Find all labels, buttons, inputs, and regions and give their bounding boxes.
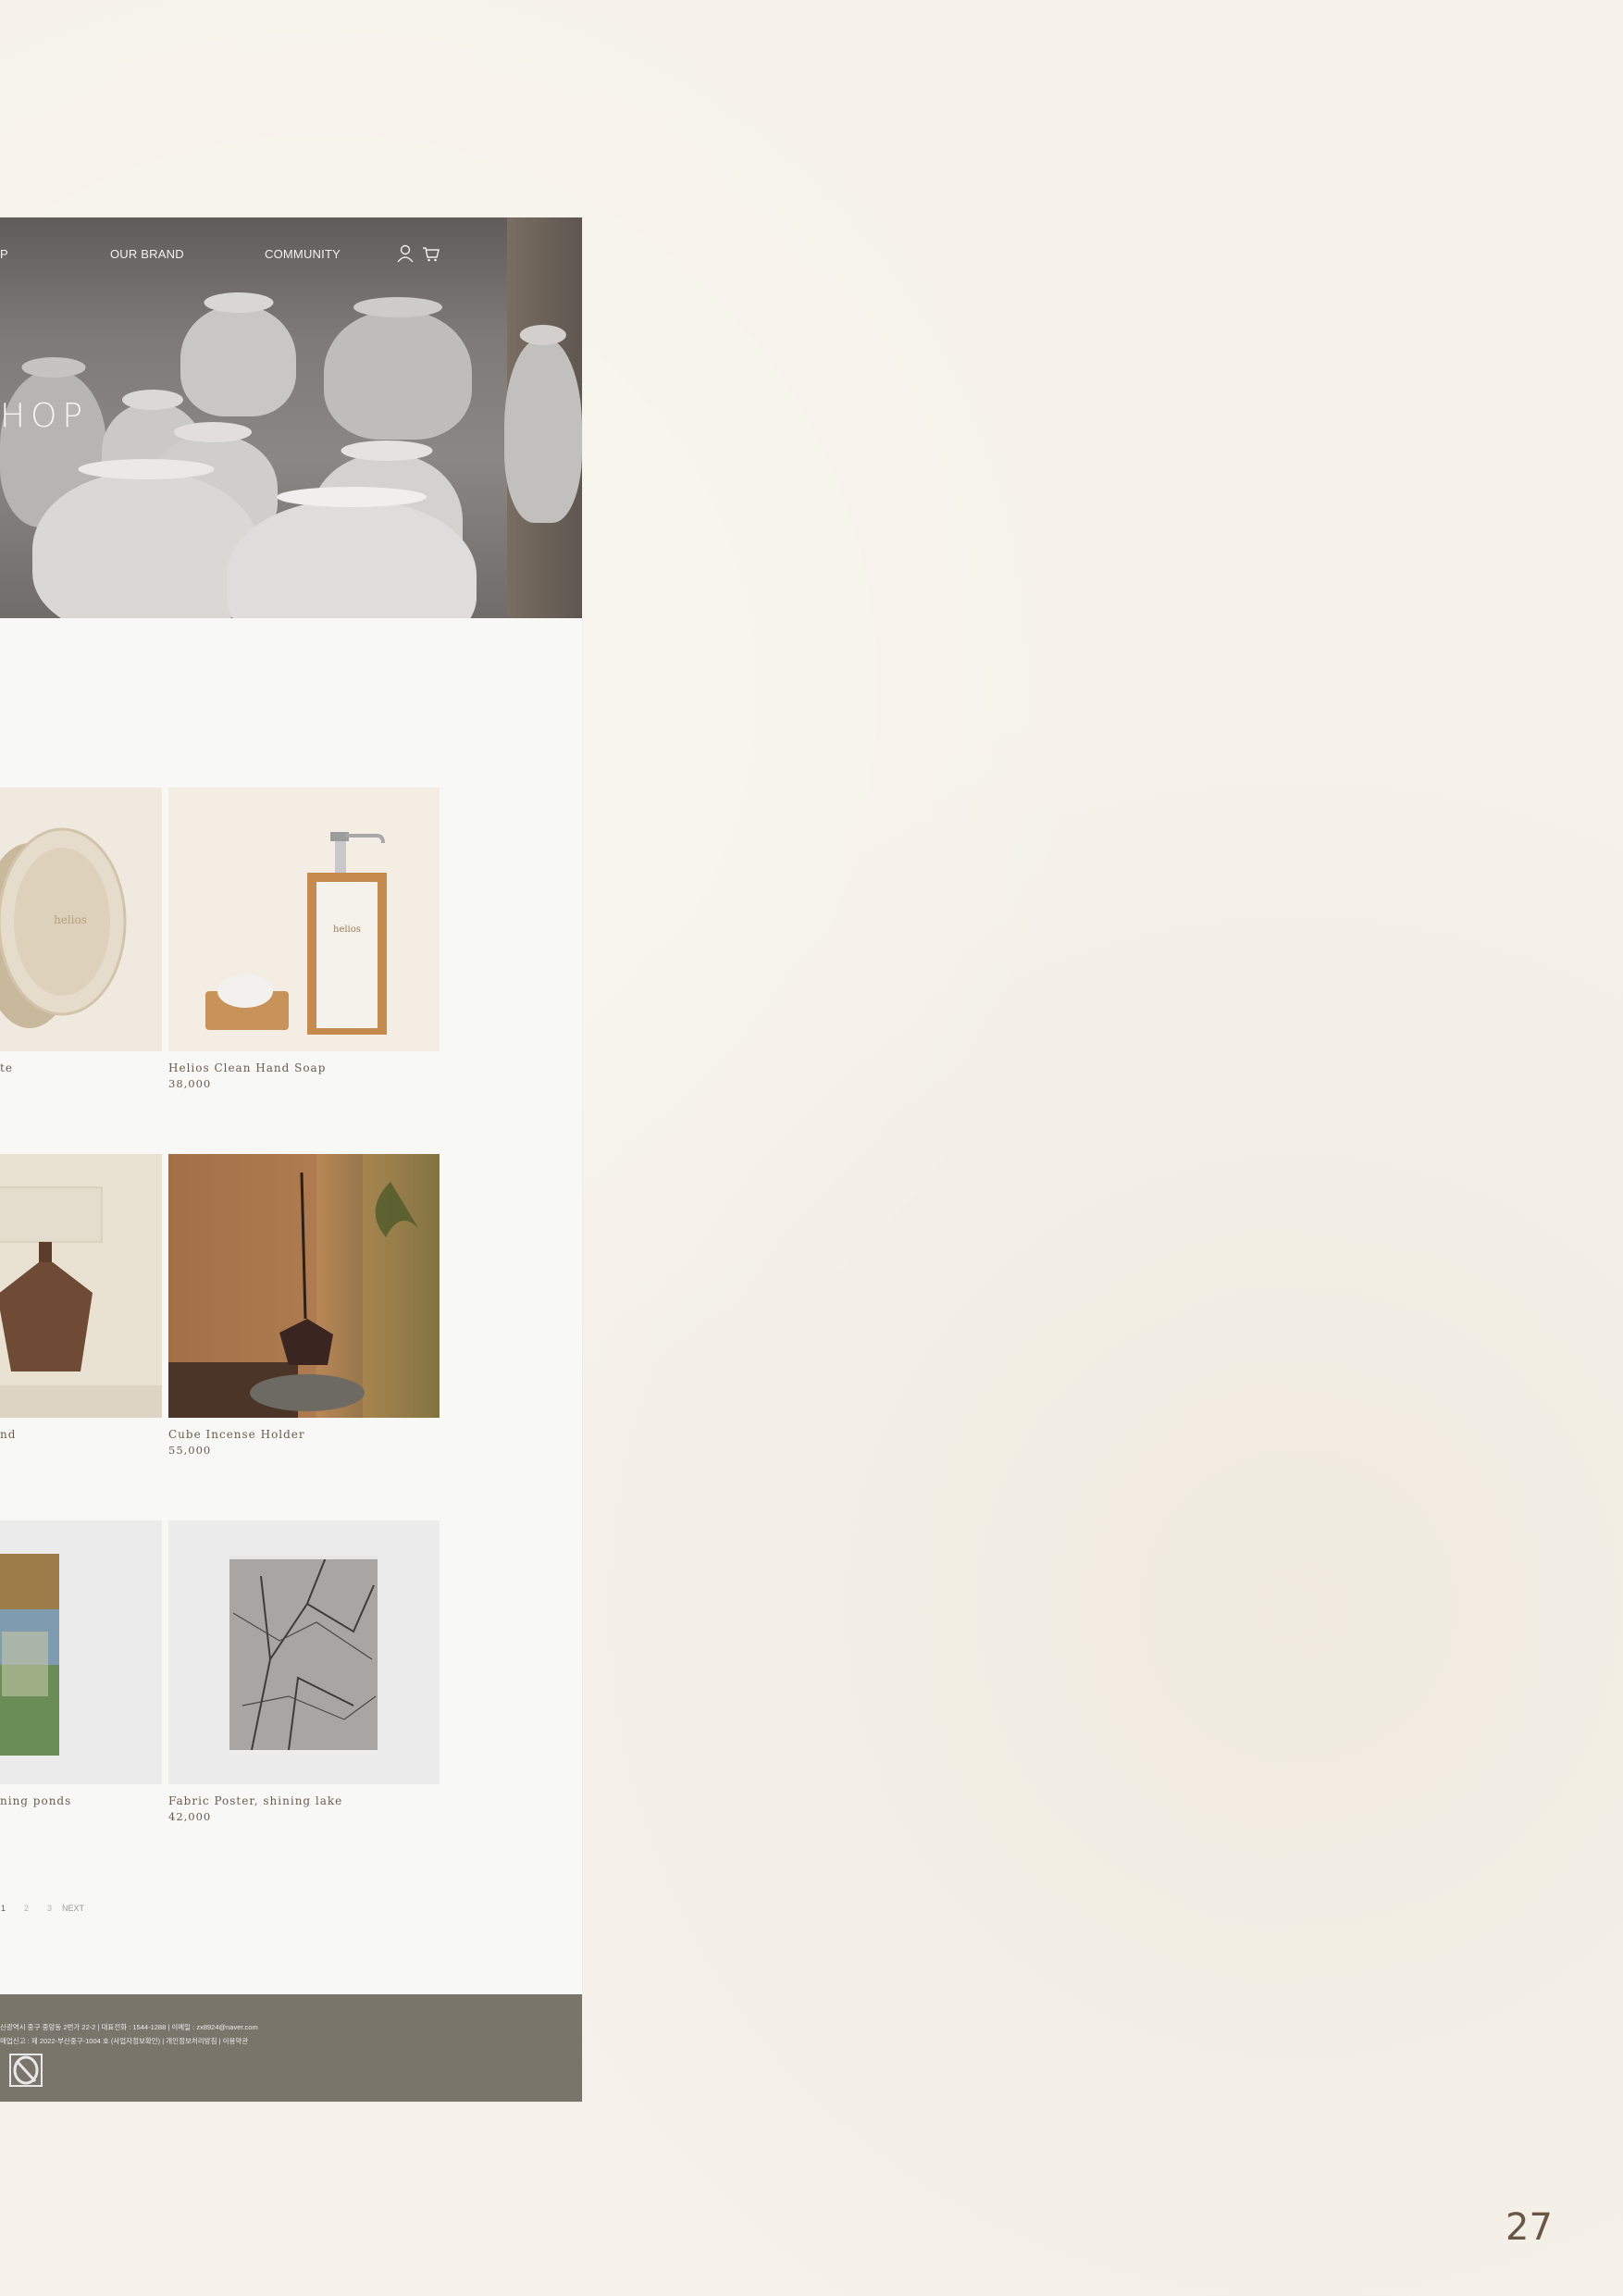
product-image[interactable]: helios xyxy=(168,788,440,1051)
product-name[interactable]: te xyxy=(0,1061,13,1074)
footer-address: 산광역시 중구 중앙동 2번가 22-2 | 대표전화 : 1544-1288 … xyxy=(0,2023,258,2031)
product-image[interactable] xyxy=(0,1520,162,1784)
product-name[interactable]: Helios Clean Hand Soap xyxy=(168,1061,326,1074)
page-link-2[interactable]: 2 xyxy=(24,1904,29,1913)
hero-banner: P OUR BRAND COMMUNITY HOP xyxy=(0,217,582,618)
product-name[interactable]: Cube Incense Holder xyxy=(168,1428,305,1441)
plate-label: helios xyxy=(54,913,87,926)
page-number: 27 xyxy=(1505,2206,1553,2249)
page-link-1[interactable]: 1 xyxy=(1,1904,6,1913)
site-footer: 산광역시 중구 중앙동 2번가 22-2 | 대표전화 : 1544-1288 … xyxy=(0,1994,582,2102)
product-image[interactable] xyxy=(168,1520,440,1784)
page-title: HOP xyxy=(0,397,89,435)
brand-logo-icon[interactable] xyxy=(9,2054,43,2087)
product-price: 42,000 xyxy=(168,1810,212,1823)
product-name[interactable]: ning ponds xyxy=(0,1794,71,1807)
website-mockup: P OUR BRAND COMMUNITY HOP helios te heli… xyxy=(0,217,582,2102)
product-name[interactable]: nd xyxy=(0,1428,16,1441)
product-image[interactable] xyxy=(168,1154,440,1418)
cart-icon[interactable] xyxy=(422,243,440,264)
soap-label: helios xyxy=(333,925,361,935)
user-icon[interactable] xyxy=(396,243,415,264)
shelf-background xyxy=(0,217,582,329)
product-price: 38,000 xyxy=(168,1077,212,1090)
nav-item-our-brand[interactable]: OUR BRAND xyxy=(110,247,184,261)
next-page-link[interactable]: NEXT xyxy=(62,1904,84,1913)
nav-item-shop[interactable]: P xyxy=(0,247,8,261)
product-image[interactable] xyxy=(0,1154,162,1418)
nav-item-community[interactable]: COMMUNITY xyxy=(265,247,341,261)
product-image[interactable]: helios xyxy=(0,788,162,1051)
product-name[interactable]: Fabric Poster, shining lake xyxy=(168,1794,342,1807)
product-price: 55,000 xyxy=(168,1444,212,1457)
footer-registration: 매업신고 : 제 2022-부산중구-1004 호 (사업자정보확인) | 개인… xyxy=(0,2037,249,2045)
page-link-3[interactable]: 3 xyxy=(47,1904,52,1913)
